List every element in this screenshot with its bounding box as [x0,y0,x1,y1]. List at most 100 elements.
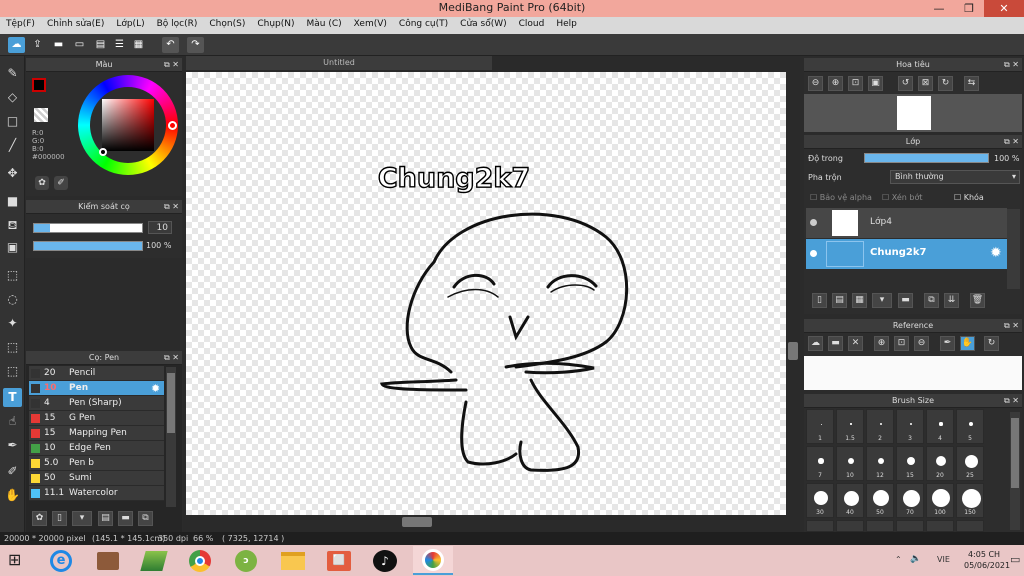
panel-controls-icon[interactable]: ⧉ ✕ [1004,135,1019,149]
new-layer-icon[interactable]: ▯ [812,293,827,308]
share-icon[interactable]: ⇪ [29,37,46,53]
layer-row-selected[interactable]: Chung2k7 ✹ [806,239,1007,269]
list-icon[interactable]: ☰ [111,37,128,53]
brush-item[interactable]: 11.1 Watercolor [29,486,164,501]
brush-size-cell[interactable] [866,520,894,532]
blend-mode-select[interactable]: Bình thường ▾ [890,170,1020,184]
document-icon[interactable]: ▤ [92,37,109,53]
color-cursor[interactable] [99,148,107,156]
brush-size-cell[interactable]: 4 [926,409,954,444]
flip-icon[interactable]: ⇆ [964,76,979,91]
brush-tool-icon[interactable]: ✎ [3,64,22,83]
panel-controls-icon[interactable]: ⧉ ✕ [164,58,179,72]
rotate-right-icon[interactable]: ↻ [938,76,953,91]
select-eraser-tool-icon[interactable]: ⬚ [3,362,22,381]
minimize-button[interactable]: — [924,0,954,17]
menu-layer[interactable]: Lớp(L) [110,17,150,34]
layer-folder-icon[interactable]: ▬ [898,293,913,308]
brush-size-cell[interactable] [806,520,834,532]
clock[interactable]: 4:05 CH 05/06/2021 [964,549,1010,571]
brush-size-value[interactable]: 10 [148,221,172,234]
shape-tool-icon[interactable]: □ [3,112,22,131]
brush-size-cell[interactable]: 70 [896,483,924,518]
panel-controls-icon[interactable]: ⧉ ✕ [164,351,179,365]
coc-coc-icon[interactable]: ↄ [235,550,257,572]
panel-controls-icon[interactable]: ⧉ ✕ [1004,394,1019,408]
brush-size-cell[interactable]: 40 [836,483,864,518]
select-rect-tool-icon[interactable]: ⬚ [3,266,22,285]
menu-window[interactable]: Cửa sổ(W) [454,17,512,34]
select-pen-tool-icon[interactable]: ⬚ [3,338,22,357]
brush-size-cell[interactable]: 50 [866,483,894,518]
layer-opacity-slider[interactable] [864,153,989,163]
saturation-square[interactable] [102,99,154,151]
app-icon[interactable]: ⬜ [327,551,351,571]
new-brush-icon[interactable]: ▯ [52,511,67,526]
canvas-horizontal-scrollbar[interactable] [186,515,786,529]
palette-icon[interactable]: ✿ [35,176,49,190]
canvas-vertical-scrollbar[interactable] [786,72,800,515]
panel-controls-icon[interactable]: ⧉ ✕ [1004,319,1019,333]
store-icon[interactable] [97,552,119,570]
reference-open-icon[interactable]: ▬ [828,336,843,351]
magic-wand-tool-icon[interactable]: ✦ [3,314,22,333]
lock-checkbox[interactable]: ☐ Khóa [954,193,984,202]
brush-size-cell[interactable]: 7 [806,446,834,481]
brush-item[interactable]: 15 Mapping Pen [29,426,164,441]
brush-copy-icon[interactable]: ⧉ [138,511,153,526]
brush-size-cell[interactable]: 100 [926,483,954,518]
undo-icon[interactable]: ↶ [162,37,179,53]
brush-item[interactable]: 10 Edge Pen [29,441,164,456]
color-picker-icon[interactable]: ✐ [54,176,68,190]
brush-size-cell[interactable]: 12 [866,446,894,481]
add-brush-icon[interactable]: ▾ [72,511,92,526]
edge-icon[interactable]: e [50,550,72,572]
file-explorer-icon[interactable] [281,552,305,570]
brush-folder-icon[interactable]: ▬ [118,511,133,526]
brush-opacity-slider[interactable] [33,241,143,251]
gradient-tool-icon[interactable]: ▣ [3,238,22,257]
bucket-tool-icon[interactable]: ⛾ [3,216,22,235]
line-tool-icon[interactable]: ╱ [3,136,22,155]
brush-item[interactable]: 50 Sumi [29,471,164,486]
text-tool-icon[interactable]: T [3,388,22,407]
grid-icon[interactable]: ▦ [130,37,147,53]
layer-list-scrollbar[interactable] [1007,209,1020,289]
actual-size-icon[interactable]: ▣ [868,76,883,91]
delete-layer-icon[interactable]: 🗑 [970,293,985,308]
brush-size-cell[interactable] [836,520,864,532]
document-canvas[interactable]: Chung2k7 [186,72,786,515]
brush-size-cell[interactable]: 20 [926,446,954,481]
windows-start-icon[interactable]: ⊞ [8,551,26,569]
tiktok-icon[interactable]: ♪ [373,550,397,572]
brush-item[interactable]: 15 G Pen [29,411,164,426]
brush-size-cell[interactable]: 3 [896,409,924,444]
brush-size-cell[interactable]: 2 [866,409,894,444]
pen-tool-icon[interactable]: ✐ [3,462,22,481]
brush-size-cell[interactable] [896,520,924,532]
rotate-left-icon[interactable]: ↺ [898,76,913,91]
menu-cloud[interactable]: Cloud [513,17,551,34]
medibang-taskbar-button[interactable] [413,546,453,575]
move-tool-icon[interactable]: ✥ [3,164,22,183]
reference-rotate-icon[interactable]: ↻ [984,336,999,351]
reference-zoom-in-icon[interactable]: ⊕ [874,336,889,351]
brush-size-scrollbar[interactable] [1010,412,1020,530]
brush-size-cell[interactable]: 150 [956,483,984,518]
duplicate-layer-icon[interactable]: ⧉ [924,293,939,308]
menu-color[interactable]: Màu (C) [301,17,348,34]
brush-size-cell[interactable]: 5 [956,409,984,444]
hue-ring[interactable] [78,75,178,175]
reset-view-icon[interactable]: ⊠ [918,76,933,91]
menu-help[interactable]: Help [550,17,583,34]
zoom-in-icon[interactable]: ⊕ [828,76,843,91]
operation-tool-icon[interactable]: ☝ [3,412,22,431]
comment-icon[interactable]: ▬ [50,37,67,53]
add-layer-menu-icon[interactable]: ▾ [872,293,892,308]
protect-alpha-checkbox[interactable]: ☐ Bảo vệ alpha [810,193,872,202]
primary-color-swatch[interactable] [32,78,46,92]
menu-file[interactable]: Tệp(F) [0,17,41,34]
menu-filter[interactable]: Bộ lọc(R) [151,17,204,34]
reference-cloud-icon[interactable]: ☁ [808,336,823,351]
close-button[interactable]: ✕ [984,0,1024,17]
